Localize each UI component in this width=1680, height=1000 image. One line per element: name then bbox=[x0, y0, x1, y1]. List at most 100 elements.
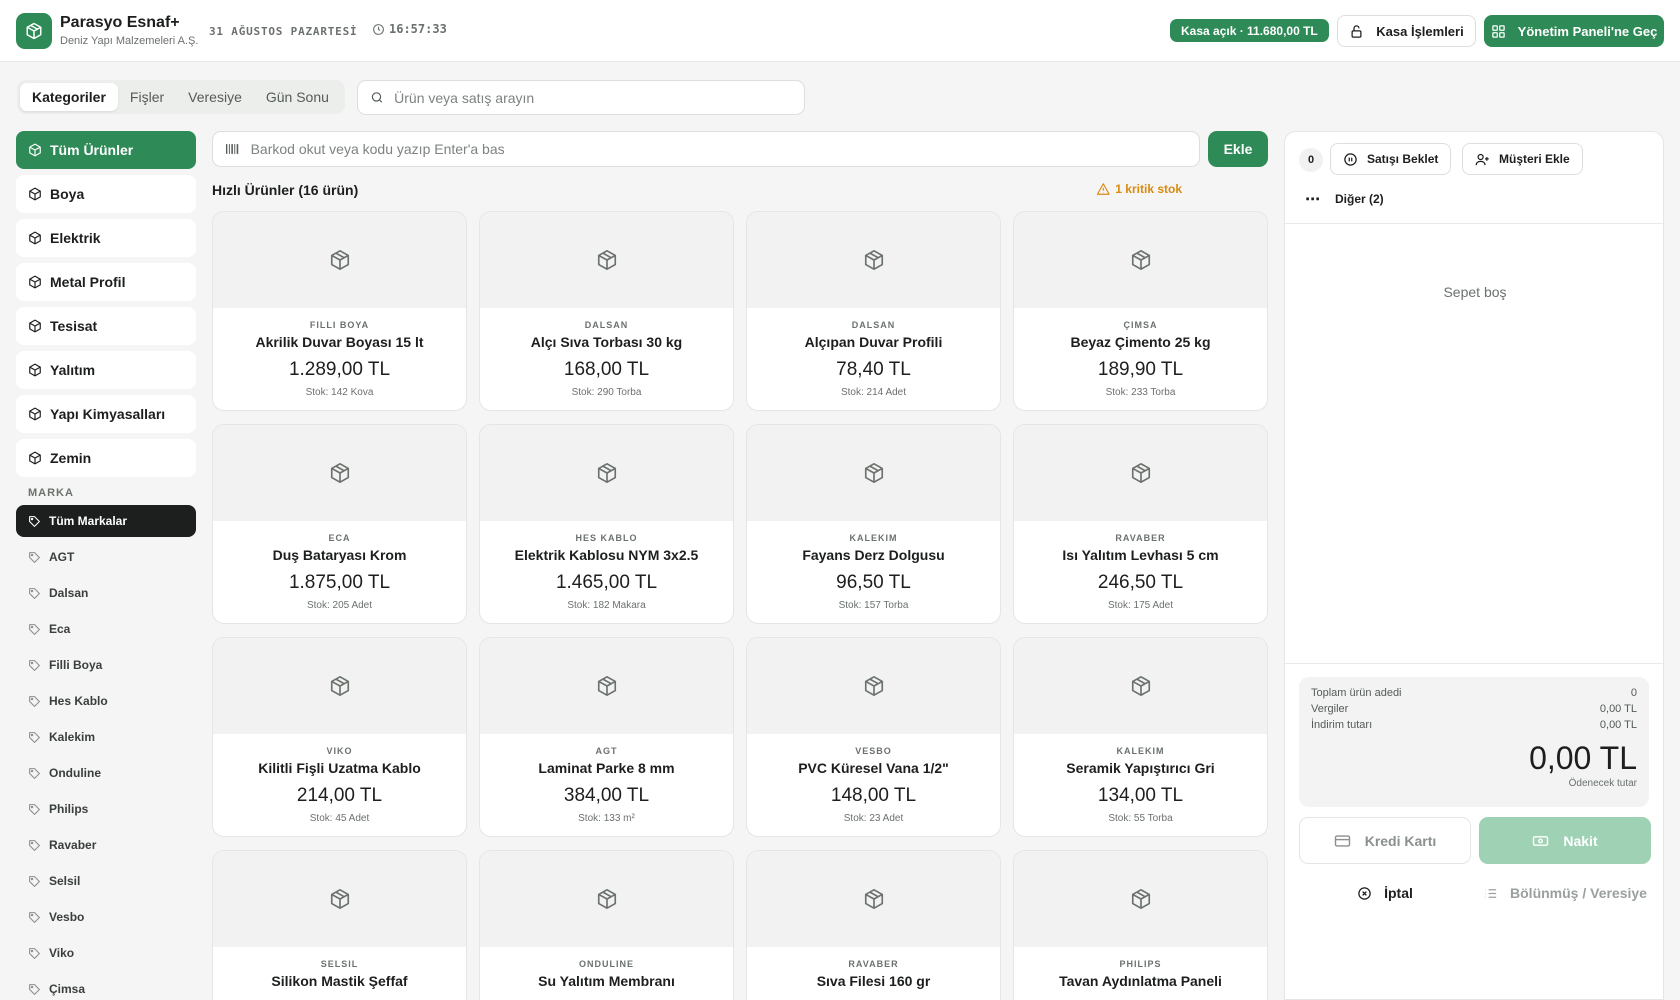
category-item-tum-urunler[interactable]: Tüm Ürünler bbox=[16, 131, 196, 169]
category-item-elektrik[interactable]: Elektrik bbox=[16, 219, 196, 257]
brand-item-hes-kablo[interactable]: Hes Kablo bbox=[16, 685, 196, 717]
package-icon bbox=[330, 250, 349, 270]
credit-card-button[interactable]: Kredi Kartı bbox=[1299, 817, 1471, 864]
product-image bbox=[480, 638, 733, 734]
cancel-button[interactable]: İptal bbox=[1299, 874, 1471, 912]
product-stock: Stok: 233 Torba bbox=[1105, 387, 1176, 398]
brand-item-agt[interactable]: AGT bbox=[16, 541, 196, 573]
tag-icon bbox=[29, 551, 40, 563]
product-info: Selsil Silikon Mastik Şeffaf bbox=[213, 947, 466, 989]
category-label: Elektrik bbox=[50, 230, 101, 246]
current-time: 16:57:33 bbox=[389, 22, 447, 36]
product-card[interactable]: Onduline Su Yalıtım Membranı bbox=[479, 850, 734, 1000]
brand-item-viko[interactable]: Viko bbox=[16, 937, 196, 969]
product-card[interactable]: Vesbo PVC Küresel Vana 1/2" 148,00 TL Stok:… bbox=[746, 637, 1001, 837]
product-card[interactable]: Filli Boya Akrilik Duvar Boyası 15 lt 1.28… bbox=[212, 211, 467, 411]
package-icon bbox=[29, 143, 41, 157]
hold-sale-button[interactable]: Satışı Beklet bbox=[1330, 143, 1452, 175]
add-barcode-button[interactable]: Ekle bbox=[1208, 131, 1268, 167]
brand-item-ravaber[interactable]: Ravaber bbox=[16, 829, 196, 861]
cash-button[interactable]: Nakit bbox=[1479, 817, 1651, 864]
product-card[interactable]: Viko Kilitli Fişli Uzatma Kablo 214,00 TL S… bbox=[212, 637, 467, 837]
product-card[interactable]: Dalsan Alçıpan Duvar Profili 78,40 TL Stok:… bbox=[746, 211, 1001, 411]
product-card[interactable]: Kalekim Seramik Yapıştırıcı Gri 134,00 TL S… bbox=[1013, 637, 1268, 837]
product-brand: Dalsan bbox=[584, 320, 629, 330]
product-brand: Ravaber bbox=[848, 959, 899, 969]
tab-kategoriler[interactable]: Kategoriler bbox=[20, 83, 118, 111]
product-name: PVC Küresel Vana 1/2" bbox=[798, 760, 949, 776]
product-card[interactable]: Philips Tavan Aydınlatma Paneli bbox=[1013, 850, 1268, 1000]
product-card[interactable]: Selsil Silikon Mastik Şeffaf bbox=[212, 850, 467, 1000]
more-options-button[interactable]: ⋯ Diğer (2) bbox=[1305, 190, 1384, 208]
search-icon bbox=[371, 92, 383, 103]
product-brand: Kalekim bbox=[1116, 746, 1165, 756]
discount-value: 0,00 TL bbox=[1599, 719, 1637, 731]
product-info: AGT Laminat Parke 8 mm 384,00 TL Stok: 133 … bbox=[480, 734, 733, 824]
brand-item-vesbo[interactable]: Vesbo bbox=[16, 901, 196, 933]
tab-veresiye[interactable]: Veresiye bbox=[176, 83, 254, 111]
package-icon bbox=[29, 187, 41, 201]
brand-item-eca[interactable]: Eca bbox=[16, 613, 196, 645]
product-image bbox=[1014, 851, 1267, 947]
barcode-input[interactable] bbox=[250, 141, 1187, 157]
package-icon bbox=[864, 250, 883, 270]
brand-label: Onduline bbox=[49, 766, 101, 780]
banknote-icon bbox=[1533, 835, 1549, 846]
brand-item-onduline[interactable]: Onduline bbox=[16, 757, 196, 789]
product-name: Alçıpan Duvar Profili bbox=[804, 334, 943, 350]
more-icon: ⋯ bbox=[1305, 191, 1321, 208]
product-brand: Vesbo bbox=[855, 746, 892, 756]
brand-item-philips[interactable]: Philips bbox=[16, 793, 196, 825]
category-item-metal-profil[interactable]: Metal Profil bbox=[16, 263, 196, 301]
brand-item-kalekim[interactable]: Kalekim bbox=[16, 721, 196, 753]
brand-item-dalsan[interactable]: Dalsan bbox=[16, 577, 196, 609]
total-items-label: Toplam ürün adedi bbox=[1311, 687, 1402, 699]
category-item-boya[interactable]: Boya bbox=[16, 175, 196, 213]
admin-panel-button[interactable]: Yönetim Paneli'ne Geç bbox=[1484, 15, 1664, 47]
product-card[interactable]: Eca Duş Bataryası Krom 1.875,00 TL Stok: 20… bbox=[212, 424, 467, 624]
product-stock: Stok: 45 Adet bbox=[309, 813, 370, 824]
tab-fisler[interactable]: Fişler bbox=[118, 83, 176, 111]
product-name: Sıva Filesi 160 gr bbox=[816, 973, 931, 989]
product-name: Duş Bataryası Krom bbox=[272, 547, 407, 563]
tag-icon bbox=[29, 767, 40, 779]
discount-row: İndirim tutarı 0,00 TL bbox=[1311, 719, 1637, 735]
product-card[interactable]: Dalsan Alçı Sıva Torbası 30 kg 168,00 TL St… bbox=[479, 211, 734, 411]
product-card[interactable]: Çimsa Beyaz Çimento 25 kg 189,90 TL Stok: 2… bbox=[1013, 211, 1268, 411]
package-icon bbox=[29, 363, 41, 377]
product-card[interactable]: Ravaber Sıva Filesi 160 gr bbox=[746, 850, 1001, 1000]
search-input[interactable] bbox=[394, 89, 792, 106]
package-icon bbox=[864, 889, 883, 909]
product-info: Kalekim Fayans Derz Dolgusu 96,50 TL Stok: … bbox=[747, 521, 1000, 611]
brand-item-tum-markalar[interactable]: Tüm Markalar bbox=[16, 505, 196, 537]
tag-icon bbox=[29, 515, 40, 527]
kasa-operations-button[interactable]: Kasa İşlemleri bbox=[1337, 15, 1476, 47]
product-grid: Filli Boya Akrilik Duvar Boyası 15 lt 1.28… bbox=[212, 211, 1268, 1000]
product-brand: Onduline bbox=[579, 959, 634, 969]
package-icon bbox=[330, 889, 349, 909]
split-payment-button[interactable]: Bölünmüş / Veresiye bbox=[1479, 874, 1651, 912]
category-label: Metal Profil bbox=[50, 274, 126, 290]
category-item-yapi-kimyasallari[interactable]: Yapı Kimyasalları bbox=[16, 395, 196, 433]
tab-gun-sonu[interactable]: Gün Sonu bbox=[254, 83, 341, 111]
product-card[interactable]: Ravaber Isı Yalıtım Levhası 5 cm 246,50 TL… bbox=[1013, 424, 1268, 624]
product-card[interactable]: Kalekim Fayans Derz Dolgusu 96,50 TL Stok: … bbox=[746, 424, 1001, 624]
tag-icon bbox=[29, 731, 40, 743]
product-card[interactable]: AGT Laminat Parke 8 mm 384,00 TL Stok: 133 … bbox=[479, 637, 734, 837]
product-name: Beyaz Çimento 25 kg bbox=[1070, 334, 1211, 350]
product-brand: Dalsan bbox=[851, 320, 896, 330]
add-customer-button[interactable]: Müşteri Ekle bbox=[1462, 143, 1583, 175]
category-item-zemin[interactable]: Zemin bbox=[16, 439, 196, 477]
brand-item-cimsa[interactable]: Çimsa bbox=[16, 973, 196, 1000]
product-name: Isı Yalıtım Levhası 5 cm bbox=[1062, 547, 1219, 563]
brand-item-filli-boya[interactable]: Filli Boya bbox=[16, 649, 196, 681]
critical-stock-alert[interactable]: 1 kritik stok bbox=[1096, 182, 1182, 196]
product-image bbox=[213, 638, 466, 734]
category-item-yalitim[interactable]: Yalıtım bbox=[16, 351, 196, 389]
product-card[interactable]: Hes Kablo Elektrik Kablosu NYM 3x2.5 1.465… bbox=[479, 424, 734, 624]
lock-icon bbox=[1351, 24, 1362, 38]
brand-item-selsil[interactable]: Selsil bbox=[16, 865, 196, 897]
tag-icon bbox=[29, 659, 40, 671]
discount-label: İndirim tutarı bbox=[1311, 719, 1373, 731]
category-item-tesisat[interactable]: Tesisat bbox=[16, 307, 196, 345]
